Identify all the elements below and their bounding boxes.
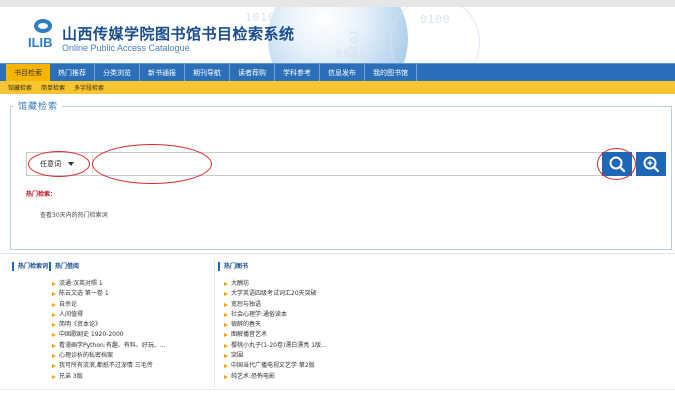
nav-item-my-library[interactable]: 我的图书馆: [365, 63, 417, 82]
tab-hot-borrow[interactable]: 热门借阅: [49, 262, 79, 271]
search-panel-title: 馆藏检索: [14, 99, 63, 112]
nav-item-announcements[interactable]: 信息发布: [320, 63, 365, 82]
hot-search-link[interactable]: 查看30天内的热门检索词: [40, 210, 108, 219]
hot-search-label: 热门检索：: [26, 191, 57, 198]
nav-item-book-search[interactable]: 书目检索: [6, 63, 50, 82]
subnav-collection-search[interactable]: 馆藏检索: [8, 83, 32, 92]
main-nav: 书目检索 热门推荐 分类浏览 新书通报 期刊导航 读者荐购 学科参考 信息发布 …: [0, 63, 675, 82]
list-item[interactable]: 兄弟 3版: [52, 372, 166, 382]
section-divider: [0, 253, 675, 254]
list-item[interactable]: 心理诊析的私密档案: [52, 351, 166, 361]
list-item[interactable]: 宿醉的春天: [224, 320, 327, 330]
search-icon: [609, 156, 626, 173]
chevron-down-icon[interactable]: [68, 162, 74, 166]
site-subtitle: Online Public Access Catalogue: [62, 43, 190, 53]
list-item[interactable]: 看漫画学Python:有趣、有料、好玩、...: [52, 341, 166, 351]
tab-hot-search-terms[interactable]: 热门检索词: [12, 262, 48, 271]
list-item[interactable]: 樱桃小丸子(1-20卷)漂白漂亮 1版...: [224, 341, 327, 351]
list-item[interactable]: 简明《资本论》: [52, 320, 166, 330]
list-item[interactable]: 中国当代广播电视文艺学 第2版: [224, 361, 327, 371]
list-item[interactable]: 人间值得: [52, 310, 166, 320]
column-separator: [214, 258, 215, 388]
field-select[interactable]: 任意词: [30, 153, 61, 175]
list-item[interactable]: 我可所有流浪,都抵不过深情 三毛传: [52, 361, 166, 371]
ilib-logo: ILIB: [28, 19, 58, 55]
nav-item-new-books[interactable]: 新书通报: [140, 63, 185, 82]
list-item[interactable]: 陈云文选 第一卷 1: [52, 289, 166, 299]
list-item[interactable]: 大酬坊: [224, 279, 327, 289]
nav-item-journals[interactable]: 期刊导航: [185, 63, 230, 82]
search-input[interactable]: [96, 154, 596, 174]
site-title: 山西传媒学院图书馆书目检索系统: [62, 25, 295, 43]
speech-bubble-icon: [34, 19, 52, 33]
list-item[interactable]: 大学英语四级考试词汇20天突破: [224, 289, 327, 299]
list-item[interactable]: 流通:汉英对照 1: [52, 279, 166, 289]
select-divider: [92, 155, 93, 173]
deco-digits: 10100: [347, 29, 360, 63]
logo-text: ILIB: [28, 35, 53, 50]
nav-item-category-browse[interactable]: 分类浏览: [95, 63, 140, 82]
list-item[interactable]: 突围: [224, 351, 327, 361]
list-item[interactable]: 宽恕与独语: [224, 300, 327, 310]
advanced-search-button[interactable]: [636, 152, 666, 176]
bottom-divider: [0, 389, 675, 390]
top-band: [0, 0, 675, 7]
sub-nav: 馆藏检索 简单检索 多字段检索: [0, 81, 675, 94]
zoom-in-plus-icon: [643, 156, 660, 173]
nav-item-reader-recommend[interactable]: 读者荐购: [230, 63, 275, 82]
site-header: 1010 0100 0001 10100 ILIB 山西传媒学院图书馆书目检索系…: [0, 7, 675, 63]
nav-item-hot-recommend[interactable]: 热门推荐: [50, 63, 95, 82]
deco-digits: 0100: [420, 13, 451, 26]
list-item[interactable]: 自杀论: [52, 300, 166, 310]
list-item[interactable]: 图解播音艺术: [224, 330, 327, 340]
search-button[interactable]: [602, 152, 632, 176]
list-item[interactable]: 纯艺术:恐怖电影: [224, 372, 327, 382]
list-item[interactable]: 社会心理学:通俗读本: [224, 310, 327, 320]
nav-item-subject-reference[interactable]: 学科参考: [275, 63, 320, 82]
hot-books-title: 热门图书: [218, 262, 248, 271]
subnav-multi-field-search[interactable]: 多字段检索: [74, 83, 104, 92]
hot-borrow-list: 流通:汉英对照 1 陈云文选 第一卷 1 自杀论 人间值得 简明《资本论》 中国…: [52, 279, 166, 382]
list-item[interactable]: 中国歌剧史 1920-2000: [52, 330, 166, 340]
search-panel: [10, 106, 672, 250]
subnav-simple-search[interactable]: 简单检索: [41, 83, 65, 92]
hot-books-list: 大酬坊 大学英语四级考试词汇20天突破 宽恕与独语 社会心理学:通俗读本 宿醉的…: [224, 279, 327, 382]
